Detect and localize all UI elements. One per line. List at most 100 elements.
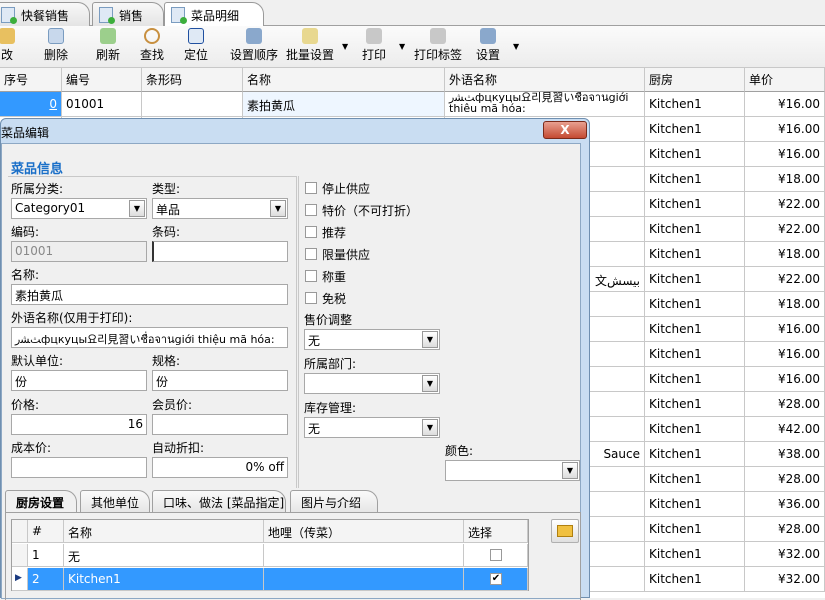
checkbox[interactable] [305, 226, 317, 238]
chevron-down-icon[interactable]: ▼ [270, 200, 286, 217]
batch-settings-button[interactable]: 批量设置 [284, 28, 336, 63]
row-price-cell[interactable]: ¥42.00 [745, 417, 825, 442]
checkbox[interactable] [305, 182, 317, 194]
row-price-cell[interactable]: ¥36.00 [745, 492, 825, 517]
row-kitchen-cell[interactable]: Kitchen1 [645, 417, 745, 442]
column-header[interactable]: 条形码 [142, 68, 243, 92]
row-price-cell[interactable]: ¥28.00 [745, 392, 825, 417]
row-kitchen-cell[interactable]: Kitchen1 [645, 142, 745, 167]
row-cell[interactable] [142, 92, 243, 117]
row-kitchen-cell[interactable]: Kitchen1 [645, 542, 745, 567]
row-kitchen-cell[interactable]: Kitchen1 [645, 342, 745, 367]
row-kitchen-cell[interactable]: Kitchen1 [645, 292, 745, 317]
column-header[interactable]: 序号 [0, 68, 62, 92]
checkbox[interactable] [305, 248, 317, 260]
row-price-cell[interactable]: ¥28.00 [745, 467, 825, 492]
row-indicator[interactable]: ▶ [12, 568, 28, 591]
row-kitchen-cell[interactable]: Kitchen1 [645, 217, 745, 242]
row-kitchen-cell[interactable]: Kitchen1 [645, 392, 745, 417]
row-kitchen-cell[interactable]: Kitchen1 [645, 517, 745, 542]
column-header[interactable]: # [28, 520, 64, 543]
set-order-button[interactable]: 设置顺序 [228, 28, 280, 63]
member-price-field[interactable] [152, 414, 288, 435]
row-price-cell[interactable]: ¥18.00 [745, 292, 825, 317]
row-price-cell[interactable]: ¥18.00 [745, 242, 825, 267]
tab-other-units[interactable]: 其他单位 [80, 490, 150, 512]
type-select[interactable]: 单品 ▼ [152, 198, 288, 219]
column-header[interactable]: 地哩（传菜） [264, 520, 464, 543]
price-field[interactable]: 16 [11, 414, 147, 435]
row-price-cell[interactable]: ¥18.00 [745, 167, 825, 192]
row-kitchen-cell[interactable]: Kitchen1 [645, 192, 745, 217]
row-foreign-cell[interactable]: ﺚﺸﺭфцкуцы요리見習いชื่อจานgiới thiêu mã hóa: [445, 92, 645, 117]
tab-flavors[interactable]: 口味、做法 [菜品指定] [152, 490, 286, 512]
column-header[interactable]: 厨房 [645, 68, 745, 92]
row-code-cell[interactable]: 01001 [62, 92, 142, 117]
checkbox[interactable] [305, 270, 317, 282]
row-price-cell[interactable]: ¥32.00 [745, 567, 825, 592]
row-kitchen-cell[interactable]: Kitchen1 [645, 442, 745, 467]
kitchen-name-cell[interactable]: 无 [64, 544, 264, 567]
checkbox[interactable] [305, 204, 317, 216]
row-price-cell[interactable]: ¥16.00 [745, 367, 825, 392]
row-price-cell[interactable]: ¥22.00 [745, 267, 825, 292]
kitchen-grid[interactable]: # 名称 地哩（传菜） 选择 1 无 ▶ 2 Kitchen1 ✔ [11, 519, 529, 591]
row-kitchen-cell[interactable]: Kitchen1 [645, 467, 745, 492]
refresh-button[interactable]: 刷新 [92, 28, 124, 63]
spec-field[interactable]: 份 [152, 370, 288, 391]
row-kitchen-cell[interactable]: Kitchen1 [645, 117, 745, 142]
unit-field[interactable]: 份 [11, 370, 147, 391]
kitchen-select-cell[interactable] [464, 544, 528, 567]
row-indicator[interactable] [12, 544, 28, 567]
kitchen-route-cell[interactable] [264, 568, 464, 591]
row-kitchen-cell[interactable]: Kitchen1 [645, 92, 745, 117]
print-button[interactable]: 打印 [360, 28, 388, 63]
row-price-cell[interactable]: ¥32.00 [745, 542, 825, 567]
open-folder-button[interactable] [551, 519, 579, 543]
cost-field[interactable] [11, 457, 147, 478]
row-price-cell[interactable]: ¥28.00 [745, 517, 825, 542]
settings-button[interactable]: 设置 [474, 28, 502, 63]
kitchen-route-cell[interactable] [264, 544, 464, 567]
barcode-field[interactable] [152, 241, 288, 262]
chevron-down-icon[interactable]: ▼ [422, 419, 438, 436]
tab-fast-sales[interactable]: 快餐销售 [0, 2, 90, 26]
edit-button[interactable]: 改 [0, 28, 18, 63]
column-header[interactable]: 名称 [64, 520, 264, 543]
find-button[interactable]: 查找 [136, 28, 168, 63]
row-price-cell[interactable]: ¥16.00 [745, 142, 825, 167]
category-select[interactable]: Category01 ▼ [11, 198, 147, 219]
print-label-button[interactable]: 打印标签 [413, 28, 463, 63]
auto-discount-field[interactable]: 0% off [152, 457, 288, 478]
row-kitchen-cell[interactable]: Kitchen1 [645, 492, 745, 517]
column-header[interactable]: 编号 [62, 68, 142, 92]
name-field[interactable]: 素拍黄瓜 [11, 284, 288, 305]
chevron-down-icon[interactable]: ▼ [129, 200, 145, 217]
row-price-cell[interactable]: ¥22.00 [745, 192, 825, 217]
kitchen-select-cell[interactable]: ✔ [464, 568, 528, 591]
locate-button[interactable]: 定位 [180, 28, 212, 63]
row-kitchen-cell[interactable]: Kitchen1 [645, 317, 745, 342]
chevron-down-icon[interactable]: ▼ [562, 462, 578, 479]
chevron-down-icon[interactable]: ▼ [422, 331, 438, 348]
row-price-cell[interactable]: ¥38.00 [745, 442, 825, 467]
row-price-cell[interactable]: ¥16.00 [745, 342, 825, 367]
tab-kitchen-settings[interactable]: 厨房设置 [5, 490, 77, 513]
kitchen-name-cell[interactable]: Kitchen1 [64, 568, 264, 591]
row-kitchen-cell[interactable]: Kitchen1 [645, 367, 745, 392]
row-price-cell[interactable]: ¥16.00 [745, 92, 825, 117]
tab-sales[interactable]: 销售 [92, 2, 164, 26]
kitchen-num-cell[interactable]: 2 [28, 568, 64, 591]
stock-select[interactable]: 无 ▼ [304, 417, 440, 438]
chevron-down-icon[interactable]: ▼ [399, 42, 405, 51]
chevron-down-icon[interactable]: ▼ [513, 42, 519, 51]
checkbox[interactable] [490, 549, 502, 561]
row-name-cell[interactable]: 素拍黄瓜 [243, 92, 445, 117]
kitchen-num-cell[interactable]: 1 [28, 544, 64, 567]
checkbox[interactable] [305, 292, 317, 304]
department-select[interactable]: ▼ [304, 373, 440, 394]
checkbox[interactable]: ✔ [490, 573, 502, 585]
price-adjust-select[interactable]: 无 ▼ [304, 329, 440, 350]
foreign-name-field[interactable]: ﺚﺸﺭфцкуцы요리見習いชื่อจานgiới thiệu mã hóa: [11, 327, 288, 348]
column-header[interactable]: 外语名称 [445, 68, 645, 92]
